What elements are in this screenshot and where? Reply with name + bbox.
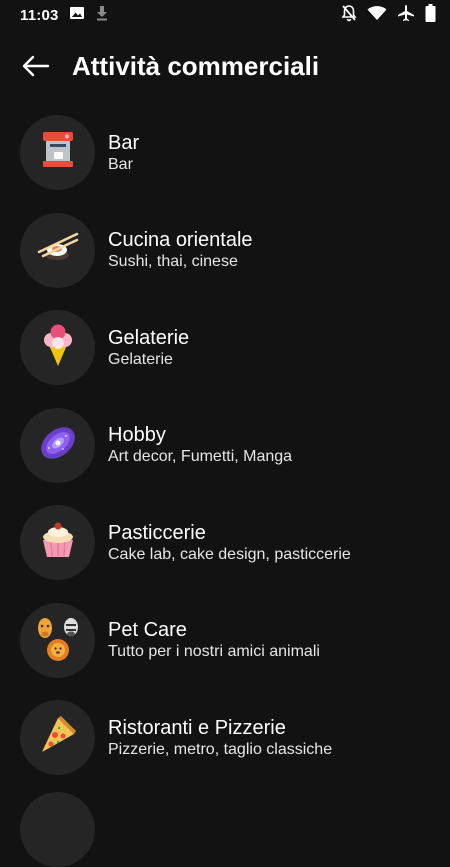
airplane-icon (397, 4, 415, 26)
notifications-off-icon (341, 4, 357, 26)
item-name: Bar (108, 131, 140, 154)
item-name: Ristoranti e Pizzerie (108, 716, 286, 739)
item-subtitle: Cake lab, cake design, pasticcerie (108, 545, 351, 563)
galaxy-icon (36, 421, 80, 470)
status-bar: 11:03 (0, 0, 450, 30)
image-icon (69, 5, 85, 25)
page-title: Attività commerciali (72, 50, 320, 81)
app-bar: Attività commerciali (0, 30, 450, 102)
avatar (20, 602, 95, 678)
avatar (20, 310, 95, 386)
list-item[interactable]: Hobby Art decor, Fumetti, Manga (0, 397, 450, 495)
animals-icon (32, 612, 84, 669)
item-subtitle: Pizzerie, metro, taglio classiche (108, 740, 333, 758)
item-name: Hobby (108, 424, 166, 447)
cupcake-icon (38, 520, 78, 565)
status-time: 11:03 (20, 6, 59, 24)
battery-icon (425, 4, 436, 26)
list-item[interactable]: Cucina orientale Sushi, thai, cinese (0, 202, 450, 300)
category-list: Bar Bar Cucina orientale Sushi, thai, ci… (0, 104, 450, 787)
avatar (20, 792, 95, 867)
list-item[interactable]: Pasticcerie Cake lab, cake design, pasti… (0, 494, 450, 592)
item-subtitle: Tutto per i nostri amici animali (108, 643, 320, 661)
avatar (20, 212, 95, 288)
item-subtitle: Art decor, Fumetti, Manga (108, 448, 293, 466)
avatar (20, 505, 95, 581)
item-name: Pet Care (108, 619, 187, 642)
list-item[interactable]: Gelaterie Gelaterie (0, 299, 450, 397)
item-subtitle: Sushi, thai, cinese (108, 253, 238, 271)
avatar (20, 407, 95, 483)
coffee-machine-icon (40, 130, 76, 175)
item-subtitle: Bar (108, 155, 133, 173)
item-subtitle: Gelaterie (108, 350, 173, 368)
download-icon (95, 5, 109, 25)
pizza-slice-icon (38, 715, 78, 760)
arrow-back-icon[interactable] (18, 48, 54, 84)
item-name: Cucina orientale (108, 229, 253, 252)
ice-cream-cone-icon (41, 323, 75, 372)
item-name: Gelaterie (108, 326, 190, 349)
item-name: Pasticcerie (108, 521, 206, 544)
sushi-chopsticks-icon (37, 230, 79, 271)
list-item[interactable]: Pet Care Tutto per i nostri amici animal… (0, 592, 450, 690)
avatar (20, 115, 95, 191)
avatar (20, 700, 95, 776)
wifi-icon (367, 5, 387, 25)
list-item[interactable]: Bar Bar (0, 104, 450, 202)
list-item[interactable]: Ristoranti e Pizzerie Pizzerie, metro, t… (0, 689, 450, 787)
